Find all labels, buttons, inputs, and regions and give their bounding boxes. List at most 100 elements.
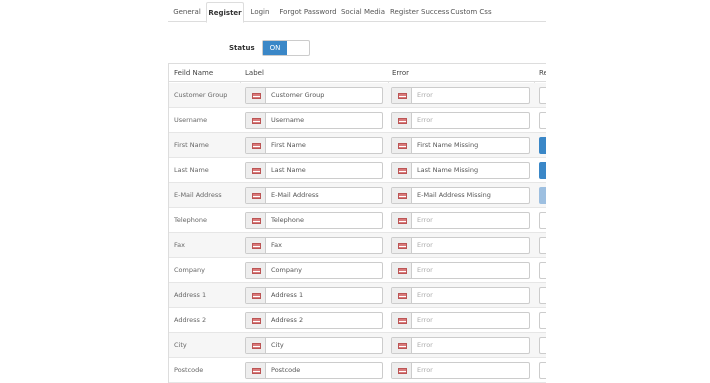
label-input-value: First Name — [271, 141, 306, 149]
language-addon — [246, 313, 266, 328]
label-input-value: City — [271, 341, 284, 349]
language-addon — [392, 188, 412, 203]
tab-forgot-password[interactable]: Forgot Password — [278, 2, 338, 22]
status-toggle[interactable]: ON — [262, 40, 310, 56]
label-input[interactable]: Last Name — [245, 162, 383, 179]
language-addon — [246, 188, 266, 203]
flag-icon — [252, 293, 261, 299]
error-input[interactable]: E-Mail Address Missing — [391, 187, 530, 204]
field-name: Last Name — [174, 166, 209, 174]
error-input-value: Error — [417, 366, 433, 374]
label-input[interactable]: Company — [245, 262, 383, 279]
language-addon — [392, 363, 412, 378]
error-input[interactable]: Error — [391, 112, 530, 129]
label-input[interactable]: First Name — [245, 137, 383, 154]
error-input[interactable]: Error — [391, 312, 530, 329]
required-toggle[interactable] — [539, 112, 546, 129]
required-toggle[interactable] — [539, 237, 546, 254]
label-input[interactable]: Fax — [245, 237, 383, 254]
tab-general[interactable]: General — [168, 2, 206, 22]
flag-icon — [252, 343, 261, 349]
table-row: Address 2 Address 2 Error — [169, 308, 546, 333]
language-addon — [392, 113, 412, 128]
language-addon — [246, 138, 266, 153]
error-input-value: First Name Missing — [417, 141, 479, 149]
flag-icon — [252, 218, 261, 224]
label-input-value: Company — [271, 266, 302, 274]
tab-register[interactable]: Register — [206, 2, 244, 23]
required-toggle[interactable] — [539, 362, 546, 379]
language-addon — [392, 88, 412, 103]
required-toggle[interactable] — [539, 87, 546, 104]
error-input-value: Error — [417, 341, 433, 349]
required-toggle[interactable] — [539, 312, 546, 329]
tab-bar: General Register Login Forgot Password S… — [168, 2, 546, 23]
label-input[interactable]: City — [245, 337, 383, 354]
required-toggle[interactable] — [539, 162, 546, 179]
required-toggle[interactable] — [539, 262, 546, 279]
table-row: Address 1 Address 1 Error — [169, 283, 546, 308]
error-input-value: E-Mail Address Missing — [417, 191, 491, 199]
error-input[interactable]: Error — [391, 87, 530, 104]
tab-login[interactable]: Login — [246, 2, 274, 22]
header-required: Re — [539, 69, 546, 77]
error-input[interactable]: Error — [391, 337, 530, 354]
label-input[interactable]: Customer Group — [245, 87, 383, 104]
language-addon — [246, 113, 266, 128]
error-input[interactable]: Error — [391, 237, 530, 254]
label-input[interactable]: Postcode — [245, 362, 383, 379]
label-input-value: Postcode — [271, 366, 301, 374]
error-input-value: Error — [417, 291, 433, 299]
error-input[interactable]: Last Name Missing — [391, 162, 530, 179]
table-row: Customer Group Customer Group Error — [169, 83, 546, 108]
required-toggle[interactable] — [539, 187, 546, 204]
error-input[interactable]: First Name Missing — [391, 137, 530, 154]
language-addon — [246, 238, 266, 253]
language-addon — [246, 363, 266, 378]
language-addon — [246, 88, 266, 103]
error-input[interactable]: Error — [391, 212, 530, 229]
language-addon — [392, 338, 412, 353]
language-addon — [246, 263, 266, 278]
error-input-value: Last Name Missing — [417, 166, 479, 174]
error-input-value: Error — [417, 241, 433, 249]
language-addon — [246, 163, 266, 178]
field-name: Telephone — [174, 216, 208, 224]
required-toggle[interactable] — [539, 287, 546, 304]
language-addon — [392, 138, 412, 153]
error-input[interactable]: Error — [391, 287, 530, 304]
table-row: Fax Fax Error — [169, 233, 546, 258]
error-input[interactable]: Error — [391, 262, 530, 279]
label-input[interactable]: Telephone — [245, 212, 383, 229]
tab-custom-css[interactable]: Custom Css — [450, 2, 492, 22]
label-input[interactable]: Username — [245, 112, 383, 129]
error-input-value: Error — [417, 216, 433, 224]
flag-icon — [398, 268, 407, 274]
tab-social-media[interactable]: Social Media — [340, 2, 386, 22]
fields-table: Feild Name Label Error Re Customer Group… — [168, 63, 546, 383]
field-name: City — [174, 341, 187, 349]
required-toggle[interactable] — [539, 337, 546, 354]
flag-icon — [398, 293, 407, 299]
field-name: Address 2 — [174, 316, 207, 324]
flag-icon — [398, 243, 407, 249]
required-toggle[interactable] — [539, 137, 546, 154]
tab-register-success[interactable]: Register Success — [390, 2, 449, 22]
table-header: Feild Name Label Error Re — [169, 64, 546, 82]
label-input[interactable]: Address 2 — [245, 312, 383, 329]
table-row: Username Username Error — [169, 108, 546, 133]
flag-icon — [398, 143, 407, 149]
field-name: Company — [174, 266, 205, 274]
language-addon — [392, 263, 412, 278]
language-addon — [246, 213, 266, 228]
error-input[interactable]: Error — [391, 362, 530, 379]
table-row: Last Name Last Name Last Name Missing — [169, 158, 546, 183]
label-input[interactable]: Address 1 — [245, 287, 383, 304]
flag-icon — [398, 368, 407, 374]
language-addon — [246, 288, 266, 303]
flag-icon — [398, 93, 407, 99]
required-toggle[interactable] — [539, 212, 546, 229]
field-name: Postcode — [174, 366, 204, 374]
error-input-value: Error — [417, 266, 433, 274]
label-input[interactable]: E-Mail Address — [245, 187, 383, 204]
